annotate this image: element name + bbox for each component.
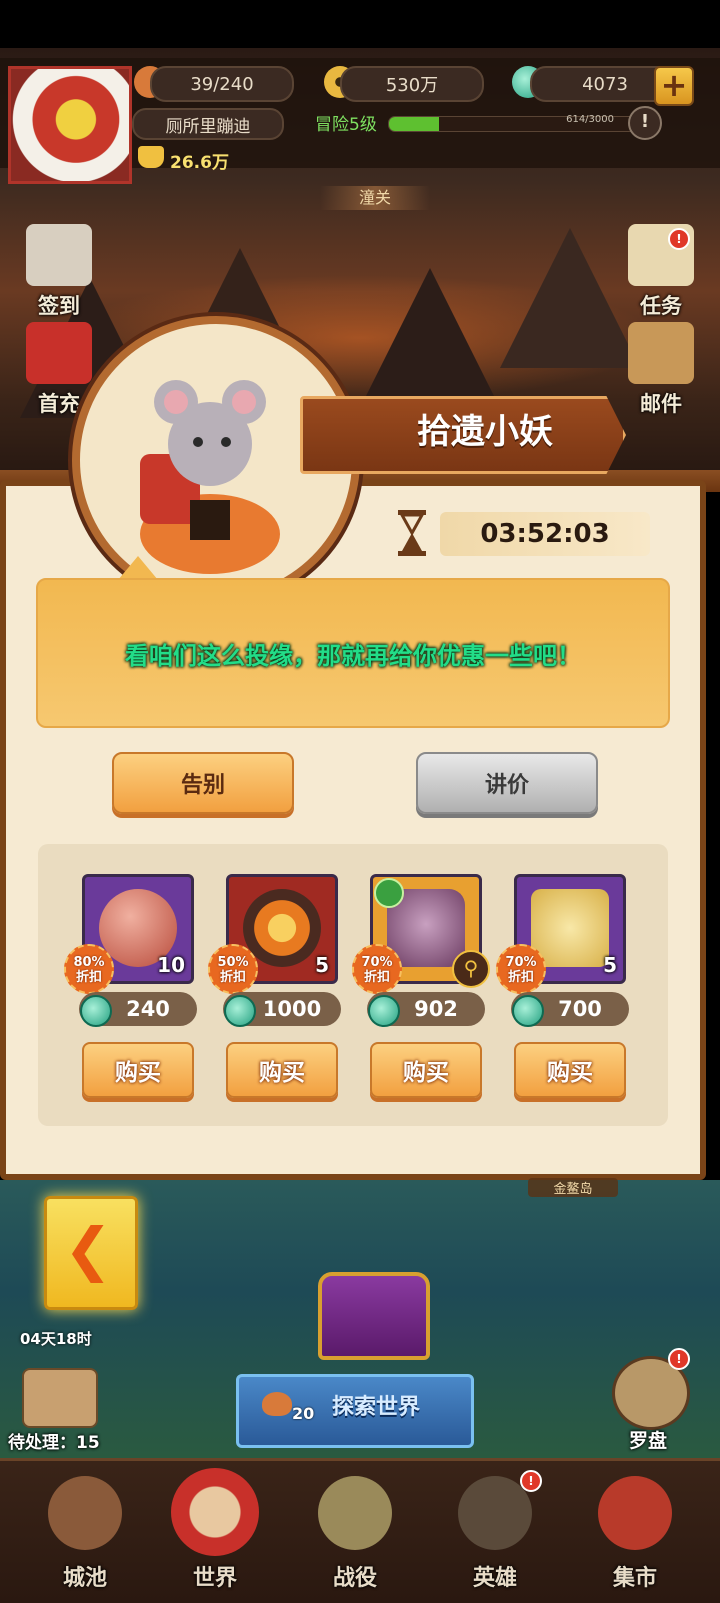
checkin-label: 签到 <box>38 294 80 318</box>
bargain-button[interactable]: 讲价 <box>416 752 598 814</box>
nav-market-label: 集市 <box>612 1566 657 1591</box>
heroes-notification-icon: ! <box>520 1470 542 1492</box>
item-quantity: 5 <box>603 953 617 977</box>
farewell-button[interactable]: 告别 <box>112 752 294 814</box>
item-price: 902 <box>414 997 458 1021</box>
explore-world-label: 探索世界 <box>331 1395 420 1420</box>
meat-icon <box>262 1392 292 1416</box>
discount-badge: 70% 折扣 <box>496 944 546 994</box>
npc-name: 拾遗小妖 <box>417 412 553 452</box>
scroll-icon <box>26 224 92 286</box>
lotus-grade-icon <box>374 878 404 908</box>
pending-scroll-icon[interactable] <box>22 1368 98 1428</box>
stage-name: 潼关 <box>320 186 430 210</box>
hourglass-icon <box>398 510 426 556</box>
item-price: 1000 <box>262 997 322 1021</box>
nav-heroes-label: 英雄 <box>472 1566 517 1591</box>
stamina-counter: 39/240 <box>150 66 294 102</box>
nav-city-label: 城池 <box>62 1566 107 1591</box>
checkin-button[interactable]: 签到 <box>14 224 104 320</box>
market-stall-icon <box>598 1476 672 1550</box>
item-price: 700 <box>558 997 602 1021</box>
coin-counter: 530万 <box>340 66 484 102</box>
item-quantity: 5 <box>315 953 329 977</box>
treasure-chest-icon[interactable] <box>318 1272 430 1360</box>
player-name: 厕所里蹦迪 <box>132 108 284 140</box>
jade-price-icon <box>224 995 256 1027</box>
fire-emblem-icon <box>243 889 321 967</box>
chevron-left-icon: ❮ <box>63 1215 113 1283</box>
jade-price-icon <box>368 995 400 1027</box>
envelope-icon <box>628 322 694 384</box>
compass-label: 罗盘 <box>628 1430 667 1452</box>
add-jade-button[interactable]: + <box>654 66 694 106</box>
nav-world-label: 世界 <box>192 1566 237 1591</box>
buy-button[interactable]: 购买 <box>226 1042 338 1098</box>
crossed-swords-icon <box>318 1476 392 1550</box>
gift-box-icon <box>26 322 92 384</box>
info-icon[interactable]: ! <box>628 106 662 140</box>
xp-progress-text: 614/3000 <box>566 114 614 125</box>
jade-price-icon <box>512 995 544 1027</box>
nav-campaign[interactable]: 战役 <box>300 1468 410 1596</box>
buy-button[interactable]: 购买 <box>370 1042 482 1098</box>
tasks-notification-icon: ! <box>668 228 690 250</box>
mouse-merchant-icon <box>140 380 280 574</box>
nav-city[interactable]: 城池 <box>30 1468 140 1596</box>
tasks-label: 任务 <box>640 294 682 318</box>
adventure-level: 冒险5级 <box>315 115 377 135</box>
event-countdown: 04天18时 <box>20 1330 92 1348</box>
magnify-icon[interactable]: ⚲ <box>452 950 490 988</box>
nav-campaign-label: 战役 <box>332 1566 377 1591</box>
compass-notification-icon: ! <box>668 1348 690 1370</box>
tasks-button[interactable]: 任务 <box>616 224 706 320</box>
discount-badge: 80% 折扣 <box>64 944 114 994</box>
player-avatar[interactable] <box>8 66 132 184</box>
buy-button[interactable]: 购买 <box>82 1042 194 1098</box>
fist-power-icon <box>138 146 164 168</box>
nav-world[interactable]: 世界 <box>160 1468 270 1596</box>
countdown-timer: 03:52:03 <box>480 519 610 549</box>
island-label: 金鳌岛 <box>528 1178 618 1197</box>
speech-bubble-tail <box>118 556 158 580</box>
mail-button[interactable]: 邮件 <box>616 322 706 418</box>
nav-market[interactable]: 集市 <box>580 1468 690 1596</box>
item-quantity: 10 <box>157 953 185 977</box>
mail-label: 邮件 <box>640 392 682 416</box>
world-mountain-icon <box>171 1468 259 1556</box>
npc-dialogue: 看咱们这么投缘，那就再给你优惠一些吧！ <box>125 641 581 670</box>
buy-button[interactable]: 购买 <box>514 1042 626 1098</box>
pagoda-icon <box>531 889 609 967</box>
jade-price-icon <box>80 995 112 1027</box>
combat-power: 26.6万 <box>170 153 229 173</box>
status-bar <box>0 0 720 48</box>
pending-count: 待处理：15 <box>8 1433 100 1453</box>
city-wall-icon <box>48 1476 122 1550</box>
discount-badge: 70% 折扣 <box>352 944 402 994</box>
discount-badge: 50% 折扣 <box>208 944 258 994</box>
item-price: 240 <box>126 997 170 1021</box>
